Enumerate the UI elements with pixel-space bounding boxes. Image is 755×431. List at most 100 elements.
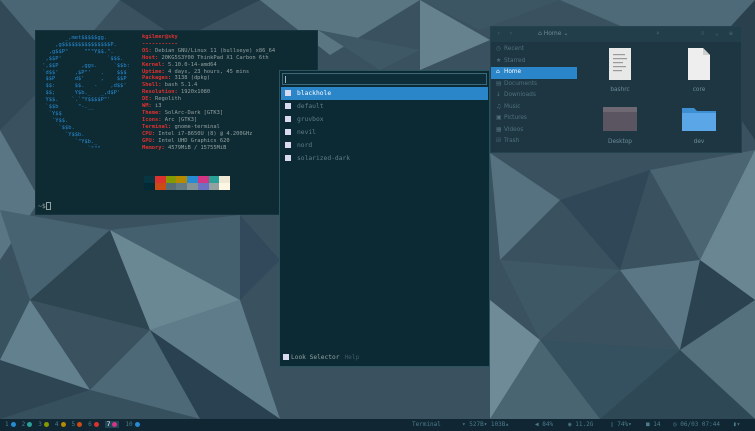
trash-icon: ☒ (496, 138, 502, 144)
workspace-dot-icon (77, 421, 83, 427)
search-icon[interactable]: ⌕ (656, 30, 660, 37)
wifi-icon: ▾ (462, 421, 466, 428)
back-icon[interactable]: ‹ (497, 30, 501, 37)
download-icon: ↓ (496, 92, 501, 98)
info-separator: ----------- (142, 40, 178, 47)
menu-icon[interactable]: ≡ (729, 30, 733, 37)
info-row: Resolution: 1920x1080 (142, 89, 275, 96)
color-palette (144, 176, 230, 190)
file-item-core[interactable]: core (669, 47, 729, 93)
notification-icon: ■ (646, 421, 650, 428)
look-item-nevil[interactable]: nevil (281, 126, 488, 139)
view-toggle-icon[interactable]: ∷ (701, 30, 705, 37)
palette-swatch (208, 176, 220, 183)
workspace-label: 6 (88, 421, 92, 428)
info-value: Debian GNU/Linux 11 (bullseye) x86_64 (155, 47, 276, 54)
workspace-5[interactable]: 5 (72, 421, 83, 428)
file-item-bashrc[interactable]: bashrc (590, 47, 650, 93)
sidebar-item-videos[interactable]: ▦ Videos (491, 125, 581, 137)
workspace-6[interactable]: 6 (88, 421, 99, 428)
workspace-2[interactable]: 2 (22, 421, 33, 428)
look-search-input[interactable] (282, 73, 487, 85)
volume-indicator[interactable]: ◀ 84% (535, 419, 553, 431)
look-item-label: default (297, 103, 324, 110)
look-selector-window[interactable]: blackhole default gruvbox nevil nord solarize… (279, 70, 490, 367)
status-bar: 1 2 3 4 5 6 7 10 Terminal ▾ 527B▾ 103B▴ ◀ 84% ◉… (0, 419, 755, 431)
look-item-label: blackhole (297, 90, 332, 97)
tab-look-selector[interactable]: Look Selector (283, 354, 339, 361)
file-item-dev[interactable]: dev (669, 105, 729, 145)
folder-icon (682, 108, 716, 131)
workspace-dot-icon (134, 421, 140, 427)
chevron-down-icon[interactable]: ⌄ (715, 30, 719, 37)
look-item-default[interactable]: default (281, 100, 488, 113)
workspace-dot-icon (27, 421, 33, 427)
info-key: Kernel (142, 61, 162, 68)
terminal-window[interactable]: _,met$$$$$gg. ,g$$$$$$$$$$$$$$$P. ,g$$P"… (35, 30, 318, 215)
file-icon (688, 48, 710, 80)
logo-line: `""" (39, 145, 101, 152)
file-name: bashrc (610, 87, 630, 93)
notification-count: 14 (653, 421, 661, 428)
sidebar-item-trash[interactable]: ☒ Trash (491, 136, 581, 148)
logo-line: `Y$$ (39, 110, 62, 117)
sidebar-item-label: Recent (504, 46, 525, 52)
sidebar-item-label: Home (504, 69, 522, 75)
info-value: 20KG5S3Y00 ThinkPad X1 Carbon 6th (161, 54, 269, 61)
file-item-desktop[interactable]: Desktop (590, 105, 650, 145)
shell-prompt[interactable]: ~$ (38, 202, 51, 210)
sidebar-item-downloads[interactable]: ↓ Downloads (491, 90, 581, 102)
file-manager-window[interactable]: ‹ › ⌂ Home ⌄ ⌕ ∷ ⌄ ≡ ◷ Recent ★ Starred ⌂ Hom… (490, 26, 742, 153)
workspace-10[interactable]: 10 (125, 421, 140, 428)
info-row: GPU: Intel UHD Graphics 620 (142, 138, 275, 145)
grid-icon (283, 354, 289, 360)
sidebar-item-pictures[interactable]: ▣ Pictures (491, 113, 581, 125)
info-key: Host (142, 54, 155, 61)
tab-help[interactable]: Help (344, 354, 359, 361)
workspace-4[interactable]: 4 (55, 421, 66, 428)
info-value: Arc [GTK3] (164, 116, 198, 123)
info-row: OS: Debian GNU/Linux 11 (bullseye) x86_6… (142, 48, 275, 55)
workspace-dot-icon (43, 421, 49, 427)
look-item-label: nevil (297, 129, 316, 136)
info-key: Theme (142, 109, 159, 116)
logo-line: Y$$. `.`"Y$$$$P"' (39, 97, 111, 104)
info-row: DE: Regolith (142, 96, 275, 103)
sidebar-item-music[interactable]: ♫ Music (491, 102, 581, 114)
video-icon: ▦ (496, 126, 502, 133)
info-key: Packages (142, 75, 168, 82)
palette-swatch (144, 183, 155, 190)
sidebar-item-home[interactable]: ⌂ Home (491, 67, 577, 79)
look-item-gruvbox[interactable]: gruvbox (281, 113, 488, 126)
workspace-1[interactable]: 1 (5, 421, 16, 428)
sidebar-item-label: Documents (504, 80, 538, 87)
info-key: GPU (142, 137, 152, 144)
power-icon[interactable]: ▮▾ (733, 419, 740, 431)
look-item-blackhole[interactable]: blackhole (281, 87, 488, 100)
workspace-label: 4 (54, 421, 59, 428)
sidebar-item-label: Music (504, 103, 521, 110)
info-row: Kernel: 5.10.0-14-amd64 (142, 62, 275, 69)
info-row: Theme: SolArc-Dark [GTK3] (142, 110, 275, 117)
info-value: Intel i7-8650U (8) @ 4.200GHz (158, 130, 253, 137)
look-item-nord[interactable]: nord (281, 139, 488, 152)
path-bar-home[interactable]: ⌂ Home ⌄ (538, 30, 568, 37)
debian-ascii-logo: _,met$$$$$gg. ,g$$$$$$$$$$$$$$$P. ,g$$P"… (39, 35, 130, 152)
notification-indicator[interactable]: ■ 14 (646, 419, 660, 431)
look-item-solarized-dark[interactable]: solarized-dark (281, 152, 488, 165)
sidebar-item-recent[interactable]: ◷ Recent (491, 44, 581, 56)
sidebar-item-label: Downloads (504, 92, 536, 98)
forward-icon[interactable]: › (509, 30, 513, 37)
workspace-label: 10 (125, 421, 133, 428)
workspace-3[interactable]: 3 (38, 421, 49, 428)
theme-icon (285, 116, 291, 122)
palette-swatch (208, 183, 220, 190)
sidebar-item-documents[interactable]: ▤ Documents (491, 79, 581, 91)
disk-value: 11.2G (575, 421, 594, 428)
terminal-cursor (45, 202, 51, 210)
workspace-7[interactable]: 7 (104, 421, 120, 428)
info-value: 5.10.0-14-amd64 (167, 61, 217, 68)
logo-line: $$P d$' , $$P (39, 76, 127, 83)
sidebar-item-starred[interactable]: ★ Starred (491, 56, 581, 68)
music-icon: ♫ (496, 103, 502, 110)
